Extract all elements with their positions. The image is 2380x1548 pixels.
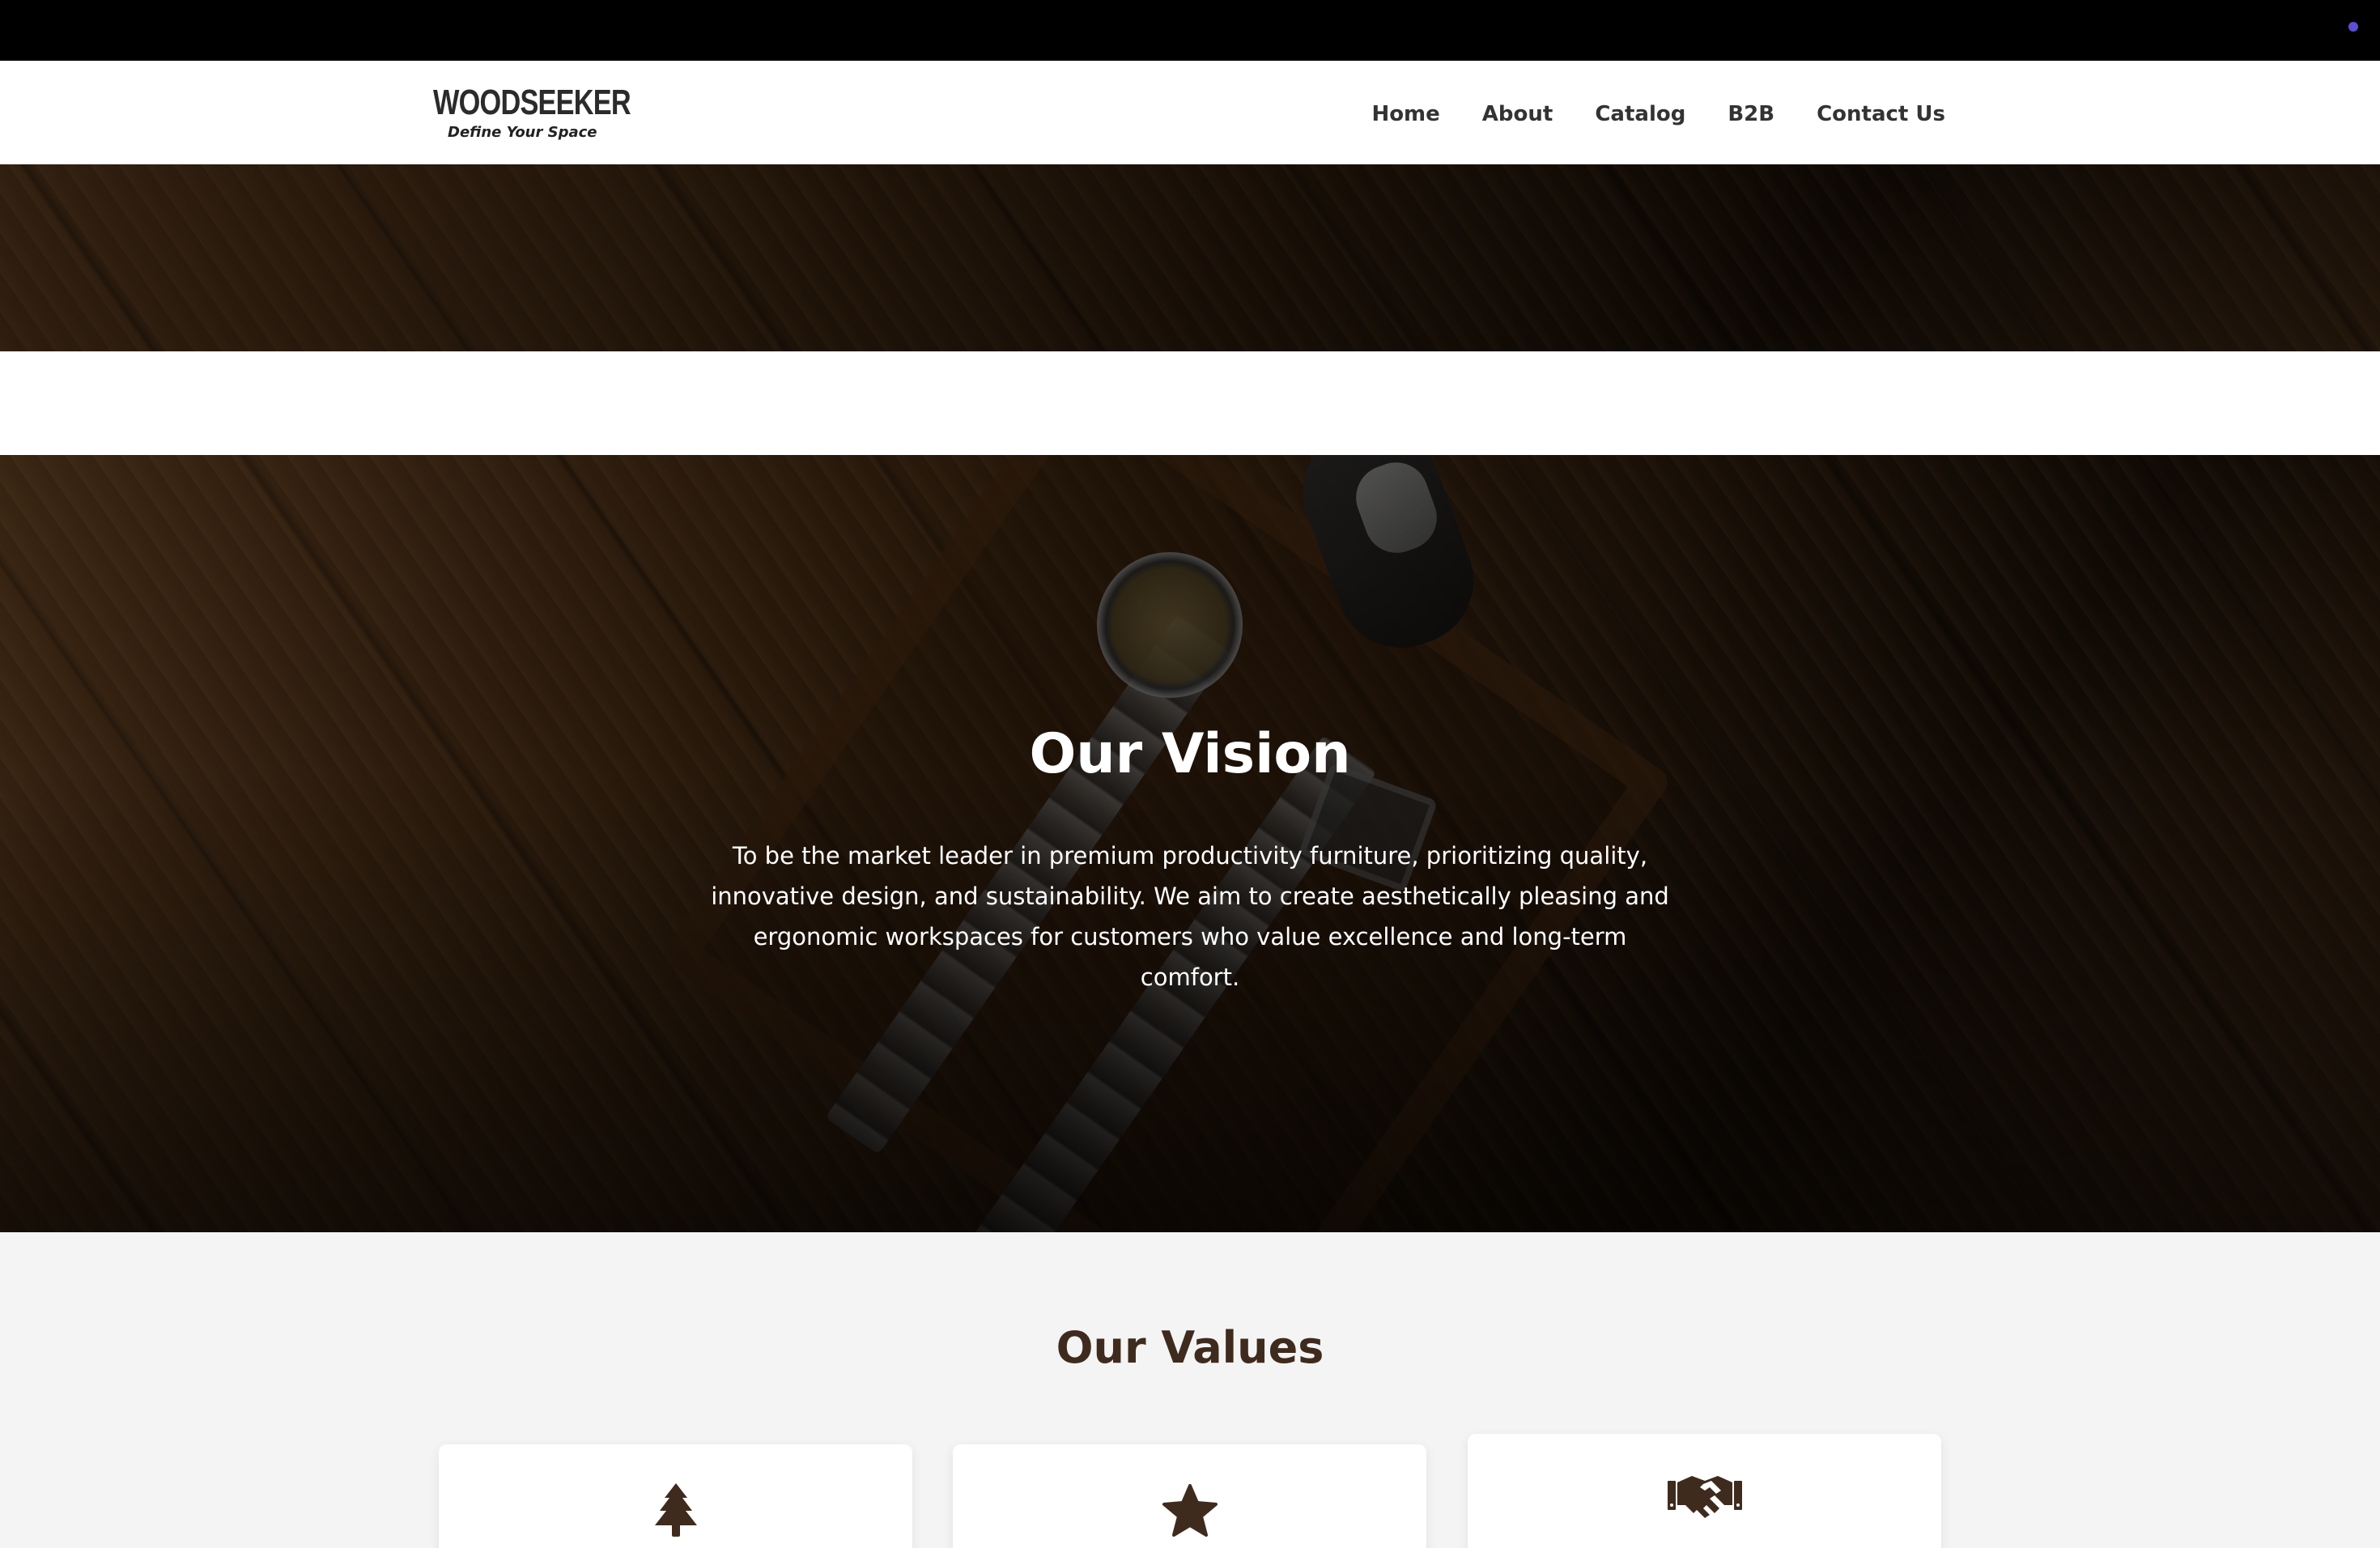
- handshake-icon: [1468, 1473, 1941, 1518]
- vision-section: Our Vision To be the market leader in pr…: [0, 455, 2380, 1232]
- value-card: [953, 1444, 1426, 1548]
- logo-name: WOODSEEKER: [433, 83, 631, 122]
- top-bar: [0, 0, 2380, 61]
- nav-about[interactable]: About: [1482, 98, 1553, 130]
- tree-icon: [439, 1483, 912, 1538]
- spacer-band: [0, 351, 2380, 455]
- main-nav: Home About Catalog B2B Contact Us: [1371, 98, 1945, 130]
- hero-overlay: [0, 164, 2380, 351]
- vision-content: Our Vision To be the market leader in pr…: [0, 455, 2380, 1232]
- nav-b2b[interactable]: B2B: [1728, 98, 1774, 130]
- nav-contact-us[interactable]: Contact Us: [1817, 98, 1945, 130]
- value-card: [1468, 1434, 1941, 1548]
- vision-text: To be the market leader in premium produ…: [711, 842, 1669, 991]
- nav-home[interactable]: Home: [1371, 98, 1439, 130]
- logo-tagline: Define Your Space: [448, 124, 597, 141]
- values-section: Our Values: [0, 1232, 2380, 1548]
- nav-catalog[interactable]: Catalog: [1595, 98, 1685, 130]
- vision-title: Our Vision: [1029, 722, 1351, 786]
- star-icon: [953, 1483, 1426, 1538]
- status-dot: [2348, 22, 2358, 32]
- site-header: WOODSEEKER Define Your Space Home About …: [0, 61, 2380, 164]
- logo[interactable]: WOODSEEKER Define Your Space: [433, 83, 635, 142]
- values-title: Our Values: [1056, 1322, 1324, 1373]
- value-card: [439, 1444, 912, 1548]
- hero-image-strip: [0, 164, 2380, 351]
